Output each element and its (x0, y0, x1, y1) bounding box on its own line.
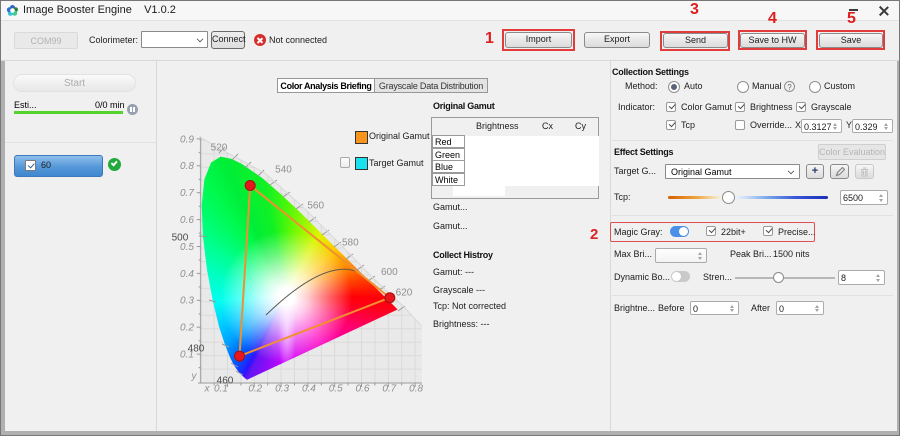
svg-text:0.2: 0.2 (180, 323, 194, 334)
svg-text:0.8: 0.8 (409, 384, 423, 395)
svg-text:y: y (191, 371, 198, 382)
svg-text:x: x (204, 384, 211, 395)
svg-text:0.4: 0.4 (180, 269, 194, 280)
svg-text:0.8: 0.8 (180, 161, 194, 172)
svg-text:580: 580 (342, 238, 359, 249)
svg-text:0.7: 0.7 (382, 384, 396, 395)
svg-text:0.5: 0.5 (329, 384, 343, 395)
svg-text:0.6: 0.6 (180, 215, 194, 226)
svg-text:0.7: 0.7 (180, 188, 194, 199)
svg-text:0.2: 0.2 (248, 384, 262, 395)
svg-text:0.9: 0.9 (180, 134, 194, 145)
svg-text:500: 500 (172, 233, 189, 244)
svg-text:460: 460 (217, 376, 234, 387)
svg-text:520: 520 (211, 143, 228, 154)
svg-text:600: 600 (381, 267, 398, 278)
svg-text:0.6: 0.6 (356, 384, 370, 395)
svg-text:0.4: 0.4 (302, 384, 316, 395)
svg-text:480: 480 (188, 344, 205, 355)
svg-text:0.3: 0.3 (275, 384, 289, 395)
svg-text:540: 540 (275, 165, 292, 176)
svg-text:0.3: 0.3 (180, 296, 194, 307)
svg-text:620: 620 (396, 288, 413, 299)
svg-text:560: 560 (307, 201, 324, 212)
